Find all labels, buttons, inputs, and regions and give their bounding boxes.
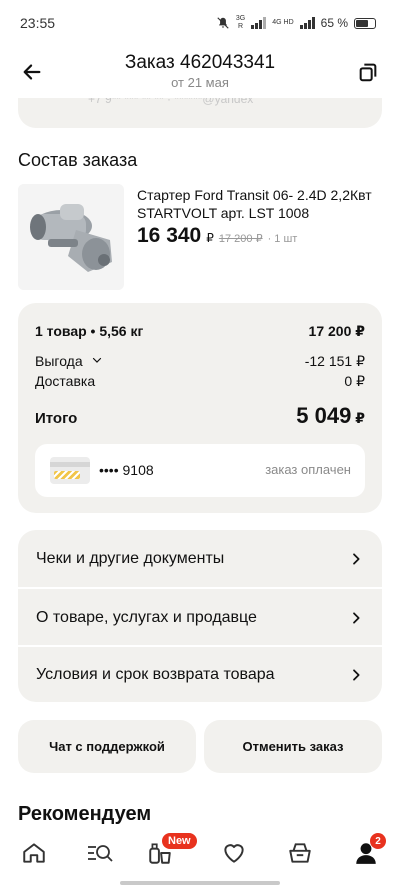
benefit-label: Выгода (35, 353, 83, 369)
product-quantity: · 1 шт (267, 233, 298, 245)
status-bar: 23:55 3G R 4G HD 65 % (0, 0, 400, 46)
home-indicator (120, 881, 280, 885)
benefit-row[interactable]: Выгода -12 151 ₽ (35, 353, 365, 370)
copy-icon (359, 63, 377, 82)
battery-percent: 65 % (320, 16, 348, 30)
home-icon (23, 843, 45, 863)
catalog-search-icon (88, 845, 113, 862)
delivery-value: 0 ₽ (344, 373, 365, 389)
total-amount: 5 049 ₽ (296, 403, 365, 429)
payment-status: заказ оплачен (265, 462, 351, 477)
chevron-right-icon (353, 611, 360, 624)
items-row: 1 товар • 5,56 кг 17 200 ₽ (35, 323, 365, 340)
card-number: •••• 9108 (99, 462, 154, 478)
bottom-tab-bar: New 2 (0, 827, 400, 889)
order-composition-title: Состав заказа (18, 150, 138, 170)
items-value: 17 200 ₽ (308, 323, 365, 339)
profile-badge: 2 (370, 833, 386, 849)
signal-2-icon (299, 17, 315, 29)
tab-catalog[interactable] (80, 835, 120, 871)
chevron-down-icon (92, 357, 101, 363)
page-title: Заказ 462043341 (124, 52, 276, 73)
product-price: 16 340 (137, 224, 202, 247)
menu-item-return-terms[interactable]: Условия и срок возврата товара (18, 646, 382, 703)
menu-item-product-seller[interactable]: О товаре, услугах и продавце (18, 589, 382, 646)
new-badge: New (162, 833, 197, 849)
tab-promo[interactable]: New (140, 833, 197, 871)
benefit-value: -12 151 ₽ (304, 353, 365, 369)
tab-home[interactable] (14, 835, 54, 871)
menu-item-label: Условия и срок возврата товара (36, 665, 275, 683)
network-indicator-2: 4G HD (272, 19, 294, 26)
network-indicator-1: 3G R (235, 15, 246, 30)
cart-icon (289, 843, 311, 863)
total-value: 5 049 (296, 403, 352, 428)
copy-button[interactable] (354, 58, 382, 86)
delivery-label: Доставка (35, 373, 96, 389)
menu-item-receipts[interactable]: Чеки и другие документы (18, 530, 382, 587)
menu-item-label: О товаре, услугах и продавце (36, 608, 257, 626)
battery-icon (354, 17, 376, 29)
total-currency: ₽ (355, 410, 365, 426)
product-image[interactable] (18, 184, 124, 290)
menu-item-label: Чеки и другие документы (36, 549, 225, 567)
bank-card-icon (50, 457, 90, 484)
price-currency: ₽ (206, 231, 214, 245)
payment-method: •••• 9108 заказ оплачен (35, 444, 365, 497)
recipient-contacts: +7 9** *** ** ** · ******@yandex (88, 98, 254, 106)
chevron-right-icon (353, 552, 360, 565)
status-icons: 3G R 4G HD 65 % (216, 15, 376, 31)
favorites-icon (224, 844, 244, 863)
product-old-price: 17 200 ₽ (218, 233, 263, 245)
tab-favorites[interactable] (214, 835, 254, 871)
order-date: от 21 мая (171, 75, 229, 90)
mute-icon (217, 17, 229, 29)
support-chat-button[interactable]: Чат с поддержкой (18, 720, 196, 773)
total-row: Итого 5 049 ₽ (35, 403, 365, 429)
order-summary-card: 1 товар • 5,56 кг 17 200 ₽ Выгода -12 15… (18, 303, 382, 513)
signal-icon (251, 17, 267, 29)
tab-profile[interactable]: 2 (346, 833, 386, 871)
items-label: 1 товар • 5,56 кг (35, 323, 144, 339)
delivery-row: Доставка 0 ₽ (35, 373, 365, 390)
tab-cart[interactable] (280, 835, 320, 871)
chevron-right-icon (353, 668, 360, 681)
total-label: Итого (35, 410, 78, 427)
order-info-menu: Чеки и другие документы О товаре, услуга… (18, 530, 382, 702)
starter-motor-image (18, 184, 124, 290)
header: Заказ 462043341 от 21 мая (0, 48, 400, 94)
product-name[interactable]: Стартер Ford Transit 06- 2.4D 2,2Квт STA… (137, 186, 377, 222)
benefit-toggle[interactable]: Выгода (35, 353, 103, 370)
status-time: 23:55 (20, 15, 56, 31)
product-price-row: 16 340 ₽ 17 200 ₽ · 1 шт (137, 224, 297, 248)
recipient-card: +7 9** *** ** ** · ******@yandex (18, 98, 382, 128)
recommendations-title: Рекомендуем (18, 803, 152, 825)
product-item[interactable]: Стартер Ford Transit 06- 2.4D 2,2Квт STA… (18, 184, 382, 290)
cancel-order-button[interactable]: Отменить заказ (204, 720, 382, 773)
